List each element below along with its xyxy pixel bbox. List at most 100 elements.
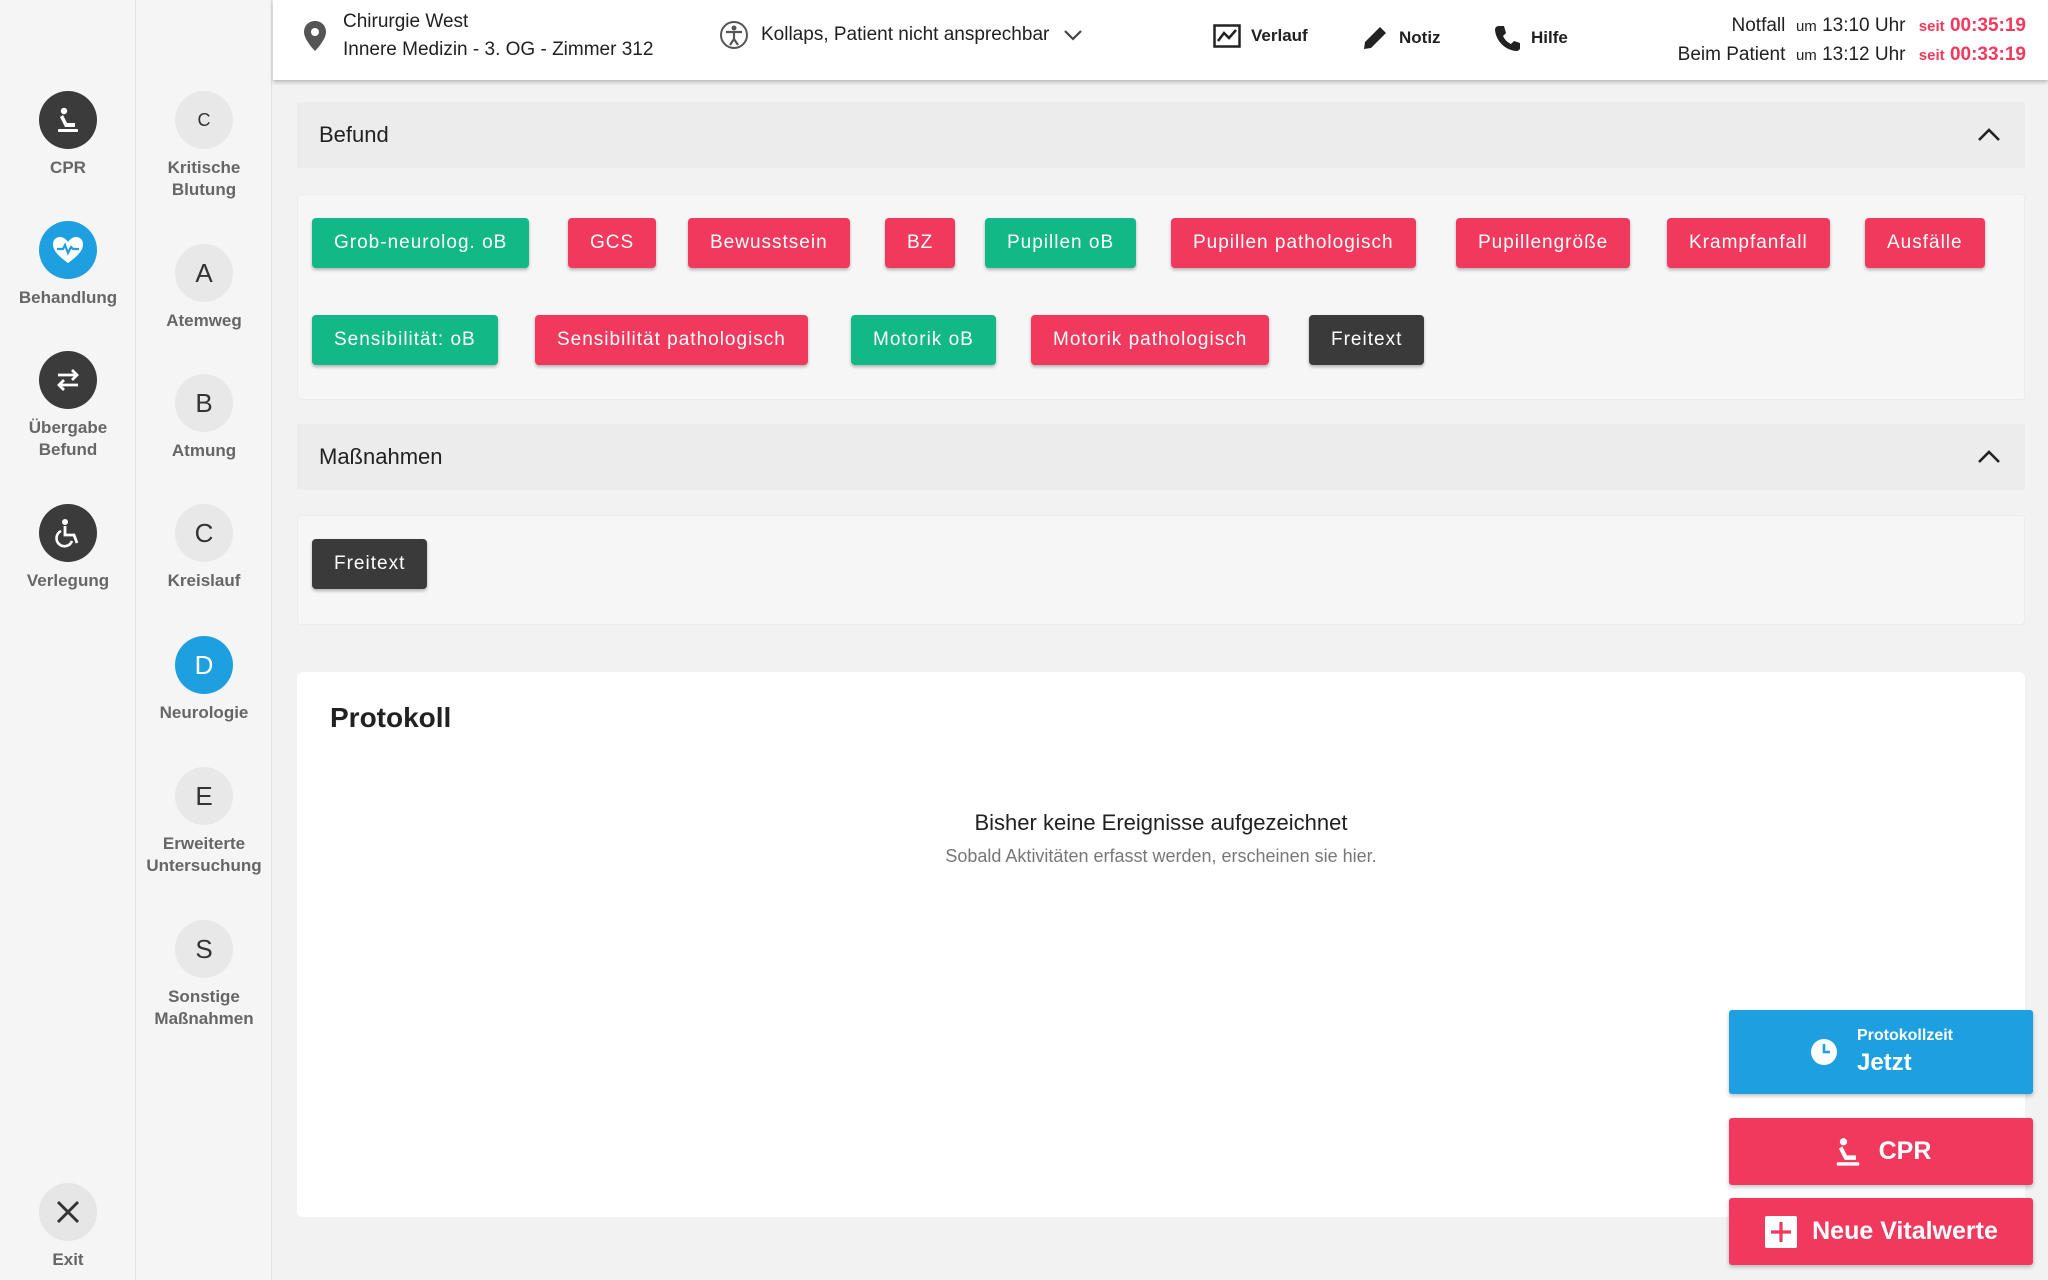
letter-badge: C — [175, 504, 233, 562]
time-info: Notfall um 13:10 Uhr seit 00:35:19 Beim … — [1678, 12, 2026, 70]
main-nav-rail: CPR Behandlung Übergabe Befund Verlegung … — [0, 0, 136, 1280]
empty-state-subtitle: Sobald Aktivitäten erfasst werden, ersch… — [945, 846, 1377, 866]
befund-chips-panel: Grob-neurolog. oB GCS Bewusstsein BZ Pup… — [297, 194, 2025, 400]
abcde-item-kreislauf[interactable]: C Kreislauf — [136, 504, 272, 592]
letter-badge: E — [175, 767, 233, 825]
massnahmen-title: Maßnahmen — [319, 444, 443, 469]
chip-massnahmen-freitext[interactable]: Freitext — [312, 539, 428, 589]
chip-freitext[interactable]: Freitext — [1309, 315, 1425, 365]
um-label: um — [1795, 47, 1817, 64]
chip-bewusstsein[interactable]: Bewusstsein — [688, 218, 850, 268]
nav-item-cpr[interactable]: CPR — [0, 91, 136, 179]
diagnosis-dropdown[interactable]: Kollaps, Patient nicht ansprechbar — [719, 20, 1083, 50]
letter-badge: A — [175, 244, 233, 302]
body-figure-icon — [720, 21, 748, 49]
chart-line-icon — [1213, 24, 1241, 48]
befund-title: Befund — [319, 122, 389, 147]
cpr-icon — [39, 91, 97, 149]
pencil-icon — [1364, 27, 1386, 49]
abcde-label: Neurologie — [159, 703, 249, 722]
notfall-time: 13:10 Uhr — [1822, 15, 1906, 36]
neue-vitalwerte-label: Neue Vitalwerte — [1812, 1217, 1998, 1245]
notfall-time-row: Notfall um 13:10 Uhr seit 00:35:19 — [1678, 12, 2026, 41]
cpr-icon — [1836, 1137, 1859, 1166]
nav-label: Behandlung — [18, 288, 118, 307]
verlauf-button[interactable]: Verlauf — [1213, 24, 1308, 48]
abcde-item-kritische-blutung[interactable]: C Kritische Blutung — [136, 91, 272, 201]
nav-label: Verlegung — [26, 571, 110, 590]
exit-label: Exit — [52, 1250, 84, 1269]
phone-icon — [1495, 26, 1520, 51]
abcde-item-sonstige-massnahmen[interactable]: S Sonstige Maßnahmen — [136, 920, 272, 1030]
letter-badge: S — [175, 920, 233, 978]
protokollzeit-value: Jetzt — [1856, 1049, 1912, 1076]
abcde-label: Erweiterte — [162, 834, 246, 853]
chip-gcs[interactable]: GCS — [568, 218, 657, 268]
swap-arrows-icon — [39, 351, 97, 409]
chip-pupillen-pathologisch[interactable]: Pupillen pathologisch — [1171, 218, 1416, 268]
notiz-button[interactable]: Notiz — [1361, 24, 1441, 52]
cpr-action-label: CPR — [1878, 1137, 1932, 1165]
seit-label: seit — [1918, 18, 1945, 35]
abcde-label-2: Untersuchung — [146, 856, 262, 875]
empty-state-title: Bisher keine Ereignisse aufgezeichnet — [974, 810, 1348, 835]
chip-pupillen-ob[interactable]: Pupillen oB — [985, 218, 1137, 268]
nav-label-2: Befund — [38, 440, 98, 459]
chevron-up-icon — [1978, 128, 2000, 141]
verlauf-label: Verlauf — [1251, 26, 1308, 45]
plus-box-icon — [1765, 1215, 1798, 1248]
heart-pulse-icon — [39, 221, 97, 279]
chip-grob-neurolog-ob[interactable]: Grob-neurolog. oB — [312, 218, 530, 268]
befund-section-header[interactable]: Befund — [297, 102, 2025, 168]
chip-pupillengroesse[interactable]: Pupillengröße — [1456, 218, 1631, 268]
abcde-nav-rail: C Kritische Blutung A Atemweg B Atmung C … — [136, 0, 272, 1280]
diagnosis-text: Kollaps, Patient nicht ansprechbar — [761, 24, 1050, 45]
nav-item-verlegung[interactable]: Verlegung — [0, 504, 136, 592]
chip-sensibilitaet-pathologisch[interactable]: Sensibilität pathologisch — [535, 315, 808, 365]
neue-vitalwerte-button[interactable]: Neue Vitalwerte — [1729, 1198, 2033, 1265]
um-label: um — [1795, 18, 1817, 35]
chip-bz[interactable]: BZ — [885, 218, 956, 268]
chevron-up-icon — [1978, 450, 2000, 463]
exit-button[interactable]: Exit — [0, 1183, 136, 1271]
massnahmen-section-header[interactable]: Maßnahmen — [297, 424, 2025, 490]
protokollzeit-label: Protokollzeit — [1856, 1027, 1953, 1044]
nav-label: Übergabe — [28, 418, 108, 437]
abcde-item-erweiterte-untersuchung[interactable]: E Erweiterte Untersuchung — [136, 767, 272, 877]
patient-label: Beim Patient — [1677, 44, 1786, 65]
cpr-action-button[interactable]: CPR — [1729, 1118, 2033, 1185]
patient-elapsed: 00:33:19 — [1949, 44, 2026, 65]
nav-label: CPR — [50, 158, 86, 177]
notfall-label: Notfall — [1731, 15, 1786, 36]
location-line-2: Innere Medizin - 3. OG - Zimmer 312 — [343, 39, 654, 60]
chip-motorik-ob[interactable]: Motorik oB — [851, 315, 996, 365]
hilfe-label: Hilfe — [1531, 28, 1568, 47]
abcde-item-atemweg[interactable]: A Atemweg — [136, 244, 272, 332]
protokollzeit-button[interactable]: Protokollzeit Jetzt — [1729, 1010, 2033, 1094]
nav-item-behandlung[interactable]: Behandlung — [0, 221, 136, 309]
letter-badge: C — [175, 91, 233, 149]
abcde-label: Atemweg — [166, 311, 242, 330]
notiz-label: Notiz — [1399, 28, 1441, 47]
letter-badge: D — [175, 636, 233, 694]
abcde-label: Kreislauf — [167, 571, 241, 590]
clock-icon — [1810, 1039, 1837, 1065]
hilfe-button[interactable]: Hilfe — [1493, 24, 1568, 52]
abcde-label: Atmung — [171, 441, 237, 460]
abcde-label-2: Blutung — [171, 180, 237, 199]
chip-sensibilitaet-ob[interactable]: Sensibilität: oB — [312, 315, 498, 365]
chip-ausfaelle[interactable]: Ausfälle — [1865, 218, 1985, 268]
location-pin-icon — [304, 21, 326, 51]
wheelchair-icon — [39, 504, 97, 562]
chip-krampfanfall[interactable]: Krampfanfall — [1667, 218, 1830, 268]
nav-item-uebergabe[interactable]: Übergabe Befund — [0, 351, 136, 461]
chip-motorik-pathologisch[interactable]: Motorik pathologisch — [1031, 315, 1270, 365]
abcde-item-neurologie[interactable]: D Neurologie — [136, 636, 272, 724]
chevron-down-icon — [1064, 30, 1083, 41]
patient-time-row: Beim Patient um 13:12 Uhr seit 00:33:19 — [1678, 41, 2026, 70]
letter-badge: B — [175, 374, 233, 432]
abcde-label: Kritische — [167, 158, 241, 177]
seit-label: seit — [1918, 47, 1945, 64]
top-header: Chirurgie West Innere Medizin - 3. OG - … — [273, 0, 2048, 80]
abcde-item-atmung[interactable]: B Atmung — [136, 374, 272, 462]
